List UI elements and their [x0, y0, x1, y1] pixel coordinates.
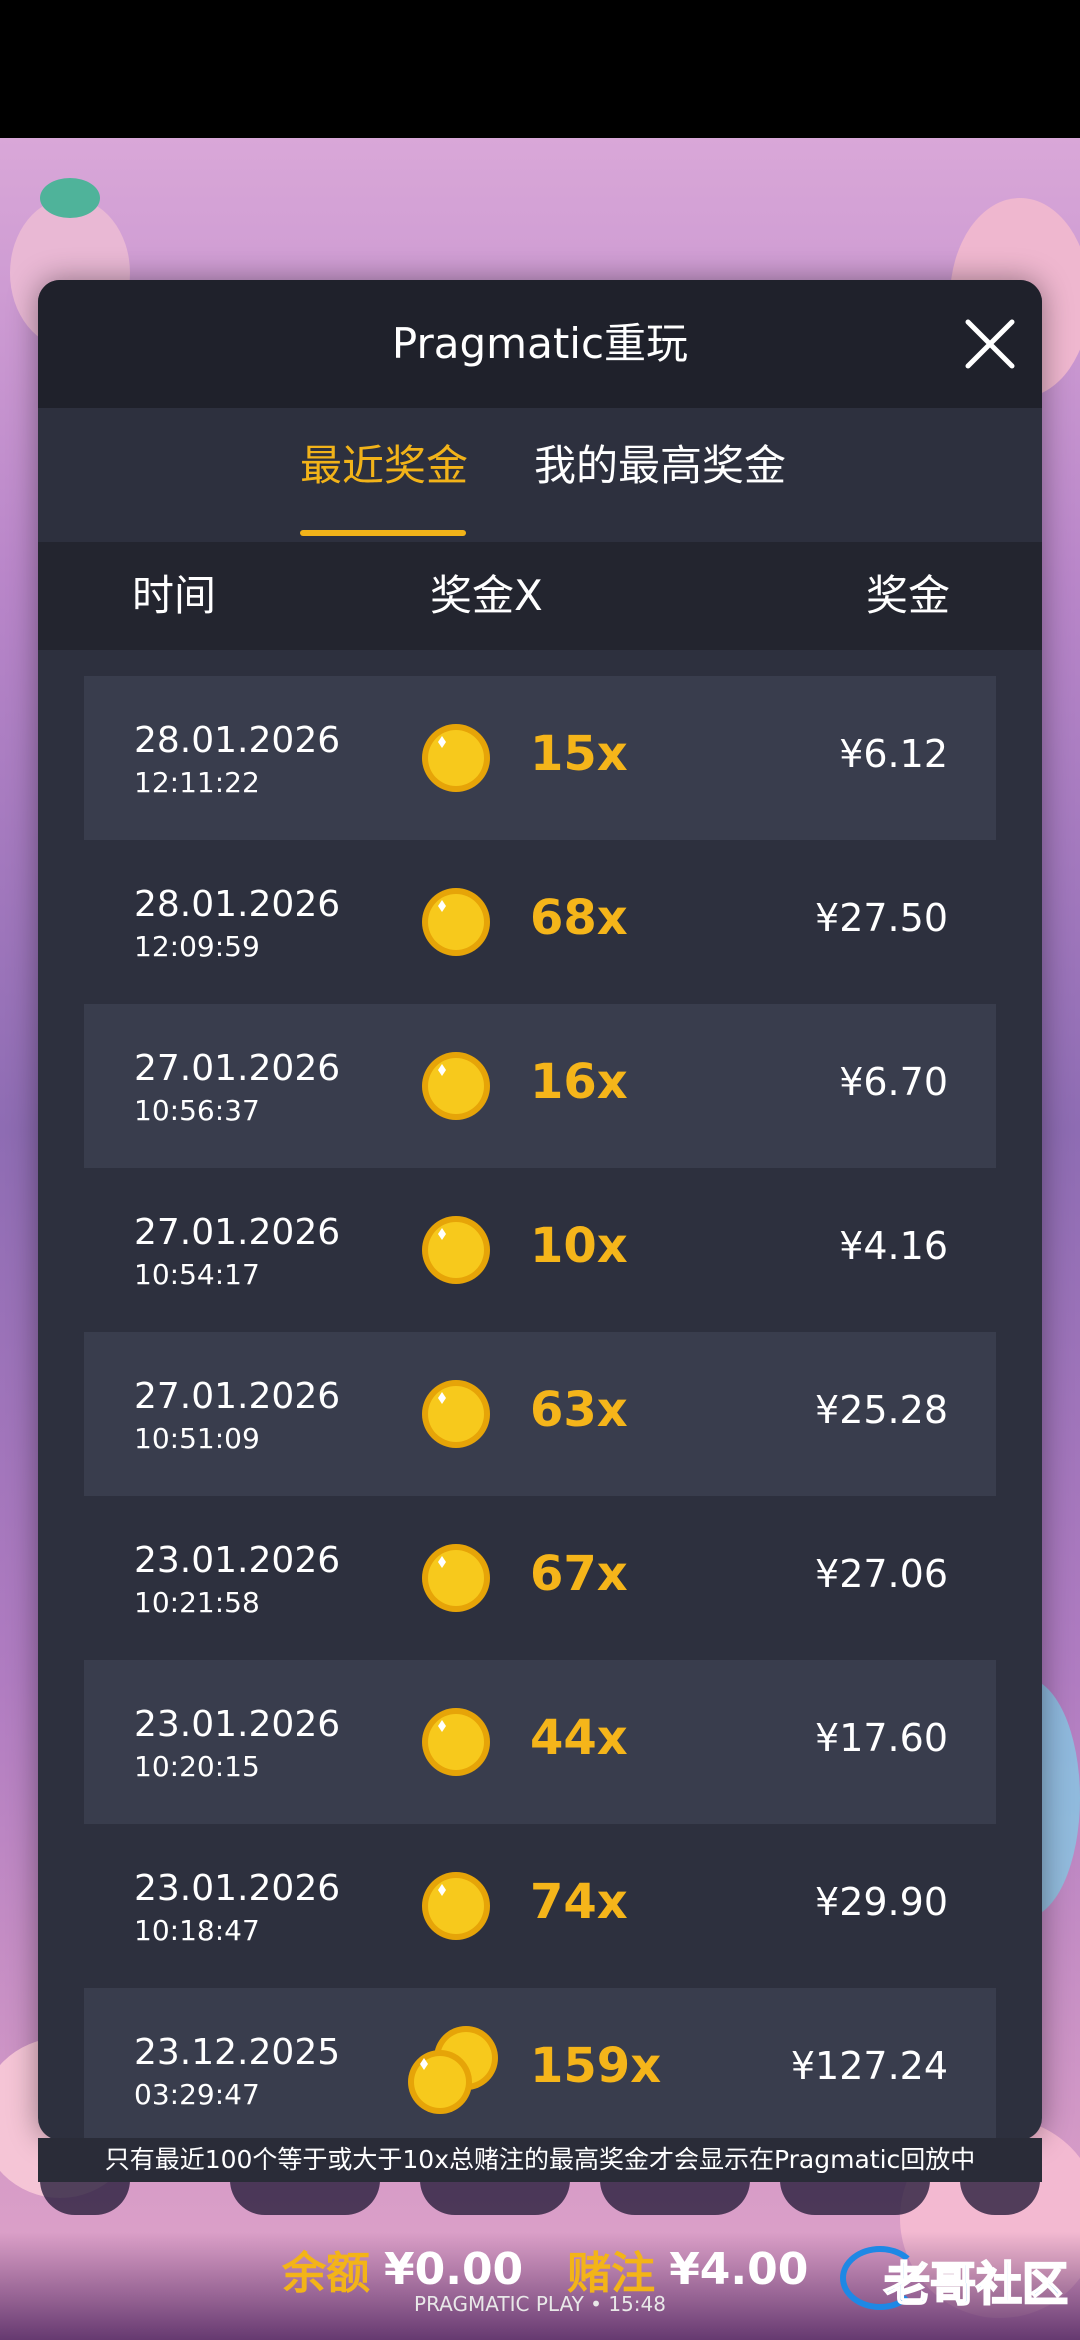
disclaimer-text: 只有最近100个等于或大于10x总赌注的最高奖金才会显示在Pragmatic回放… [38, 2138, 1042, 2182]
row-date: 27.01.2026 [134, 1376, 341, 1417]
active-tab-indicator [300, 530, 466, 536]
column-win: 奖金 [865, 571, 950, 620]
row-multiplier: 63x [530, 1382, 628, 1438]
row-amount: ¥6.12 [839, 732, 948, 776]
row-time: 10:54:17 [134, 1258, 260, 1291]
table-row[interactable]: 23.01.2026 10:21:58 67x ¥27.06 [84, 1496, 996, 1660]
row-date: 23.01.2026 [134, 1704, 341, 1745]
gold-coin-icon [422, 724, 490, 792]
status-area [0, 0, 1080, 138]
row-amount: ¥29.90 [815, 1880, 948, 1924]
close-button[interactable] [960, 314, 1020, 374]
table-row[interactable]: 27.01.2026 10:56:37 16x ¥6.70 [84, 1004, 996, 1168]
row-time: 10:51:09 [134, 1422, 260, 1455]
gold-coin-icon [422, 1544, 490, 1612]
row-amount: ¥127.24 [790, 2044, 948, 2088]
gold-coins-stack-icon [408, 2026, 498, 2114]
column-multiplier: 奖金X [430, 571, 543, 620]
table-row[interactable]: 23.01.2026 10:20:15 44x ¥17.60 [84, 1660, 996, 1824]
row-time: 03:29:47 [134, 2078, 260, 2111]
row-amount: ¥4.16 [839, 1224, 948, 1268]
gold-coin-icon [422, 1052, 490, 1120]
row-date: 27.01.2026 [134, 1212, 341, 1253]
gold-coin-icon [422, 1872, 490, 1940]
row-multiplier: 159x [530, 2038, 662, 2094]
tab-my-top-wins[interactable]: 我的最高奖金 [534, 408, 786, 524]
table-row[interactable]: 27.01.2026 10:51:09 63x ¥25.28 [84, 1332, 996, 1496]
row-time: 12:11:22 [134, 766, 260, 799]
column-time: 时间 [132, 571, 217, 620]
row-multiplier: 16x [530, 1054, 628, 1110]
row-multiplier: 67x [530, 1546, 628, 1602]
tabs: 最近奖金 我的最高奖金 [38, 408, 1042, 524]
bet-value: ¥4.00 [669, 2243, 809, 2295]
gold-coin-icon [422, 1708, 490, 1776]
row-date: 23.01.2026 [134, 1868, 341, 1909]
table-row[interactable]: 28.01.2026 12:11:22 15x ¥6.12 [84, 676, 996, 840]
row-time: 10:20:15 [134, 1750, 260, 1783]
row-date: 28.01.2026 [134, 720, 341, 761]
table-header: 时间 奖金X 奖金 [38, 542, 1042, 650]
row-amount: ¥27.50 [815, 896, 948, 940]
row-time: 12:09:59 [134, 930, 260, 963]
row-multiplier: 68x [530, 890, 628, 946]
tab-recent-wins[interactable]: 最近奖金 [300, 408, 468, 524]
watermark-text: 老哥社区 [883, 2256, 1069, 2312]
row-multiplier: 74x [530, 1874, 628, 1930]
replay-modal: Pragmatic重玩 最近奖金 我的最高奖金 时间 奖金X 奖金 28.01.… [38, 280, 1042, 2140]
row-time: 10:56:37 [134, 1094, 260, 1127]
row-multiplier: 15x [530, 726, 628, 782]
gold-coin-icon [422, 888, 490, 956]
table-row[interactable]: 23.01.2026 10:18:47 74x ¥29.90 [84, 1824, 996, 1988]
modal-title: Pragmatic重玩 [391, 319, 689, 368]
row-date: 27.01.2026 [134, 1048, 341, 1089]
gold-coin-icon [422, 1216, 490, 1284]
row-amount: ¥27.06 [815, 1552, 948, 1596]
candy-decoration [40, 178, 100, 218]
balance-value: ¥0.00 [384, 2243, 524, 2295]
table-row[interactable]: 27.01.2026 10:54:17 10x ¥4.16 [84, 1168, 996, 1332]
row-amount: ¥25.28 [815, 1388, 948, 1432]
row-date: 23.12.2025 [134, 2032, 341, 2073]
table-row[interactable]: 23.12.2025 03:29:47 159x ¥127.24 [84, 1988, 996, 2140]
modal-header: Pragmatic重玩 [38, 280, 1042, 408]
row-amount: ¥17.60 [815, 1716, 948, 1760]
row-time: 10:21:58 [134, 1586, 260, 1619]
row-multiplier: 44x [530, 1710, 628, 1766]
row-multiplier: 10x [530, 1218, 628, 1274]
row-date: 23.01.2026 [134, 1540, 341, 1581]
row-time: 10:18:47 [134, 1914, 260, 1947]
row-amount: ¥6.70 [839, 1060, 948, 1104]
watermark-logo: 老哥社区 [840, 2240, 1070, 2320]
gold-coin-icon [422, 1380, 490, 1448]
table-row[interactable]: 28.01.2026 12:09:59 68x ¥27.50 [84, 840, 996, 1004]
close-icon [965, 319, 1015, 369]
row-date: 28.01.2026 [134, 884, 341, 925]
